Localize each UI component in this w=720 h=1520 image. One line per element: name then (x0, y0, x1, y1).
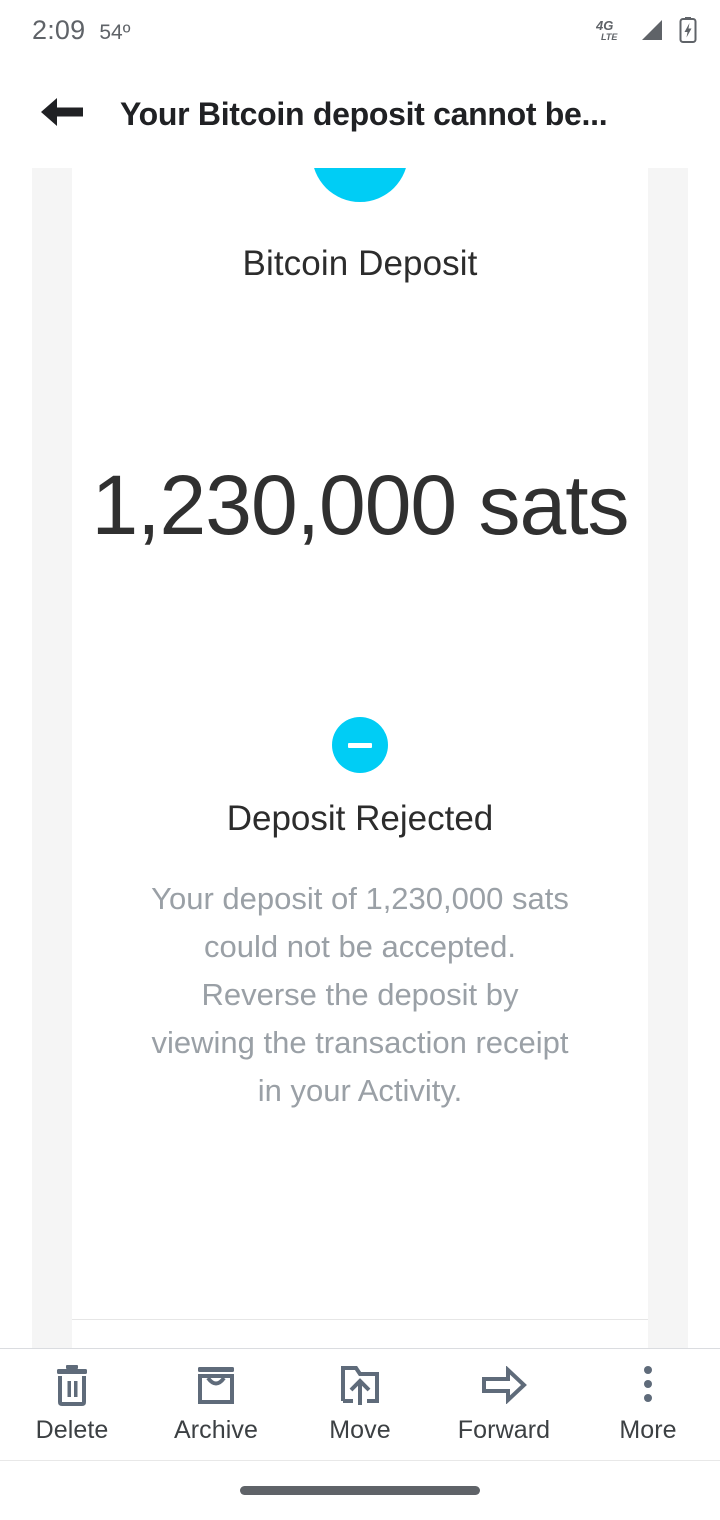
toolbar-label-forward: Forward (457, 1416, 551, 1444)
toolbar-label-delete: Delete (35, 1416, 109, 1444)
toolbar-item-more[interactable]: More (576, 1349, 720, 1460)
toolbar-label-move: Move (329, 1416, 391, 1444)
archive-icon (194, 1364, 238, 1406)
card-divider (72, 1319, 648, 1320)
toolbar-item-move[interactable]: Move (288, 1349, 432, 1460)
navigation-bar (0, 1460, 720, 1520)
brand-logo-wrapper (72, 168, 648, 202)
status-bar-right: 4G LTE (596, 16, 698, 44)
brand-name: Bitcoin Deposit (242, 244, 478, 283)
move-to-folder-icon (338, 1364, 382, 1406)
trash-icon (52, 1364, 92, 1406)
battery-charging-icon (678, 16, 698, 44)
toolbar-label-archive: Archive (173, 1416, 259, 1444)
body-gutter-left (32, 168, 72, 1348)
app-bar: Your Bitcoin deposit cannot be... (0, 60, 720, 168)
status-description: Your deposit of 1,230,000 sats could not… (151, 881, 569, 1108)
toolbar-item-forward[interactable]: Forward (432, 1349, 576, 1460)
gesture-handle[interactable] (240, 1486, 480, 1495)
page-title: Your Bitcoin deposit cannot be... (120, 95, 608, 132)
more-vertical-icon (640, 1364, 656, 1406)
minus-glyph (348, 742, 372, 748)
minus-circle-icon (332, 717, 388, 773)
4g-lte-icon: 4G LTE (596, 17, 626, 43)
status-bar-left: 2:09 54º (32, 15, 130, 46)
action-toolbar: Delete Archive Move Forward More (0, 1348, 720, 1460)
toolbar-label-more: More (619, 1416, 677, 1444)
cyan-circle-logo (312, 168, 408, 202)
email-body-scroll[interactable]: Bitcoin Deposit 1,230,000 sats Deposit R… (0, 168, 720, 1348)
deposit-amount: 1,230,000 sats (91, 458, 629, 552)
back-arrow-icon (38, 92, 86, 137)
phone-screen: 2:09 54º 4G LTE Your Bitcoin deposit can… (0, 0, 720, 1520)
body-gutter-right (648, 168, 688, 1348)
back-button[interactable] (34, 86, 90, 142)
status-bar-clock: 2:09 (32, 14, 86, 45)
status-bar-temperature: 54º (99, 20, 131, 44)
status-title: Deposit Rejected (226, 799, 494, 838)
toolbar-item-archive[interactable]: Archive (144, 1349, 288, 1460)
toolbar-item-delete[interactable]: Delete (0, 1349, 144, 1460)
signal-icon (639, 17, 665, 43)
email-card: Bitcoin Deposit 1,230,000 sats Deposit R… (72, 168, 648, 1334)
svg-text:LTE: LTE (601, 32, 618, 42)
status-bar: 2:09 54º 4G LTE (0, 0, 720, 60)
svg-text:4G: 4G (596, 18, 613, 33)
forward-arrow-icon (480, 1364, 528, 1406)
